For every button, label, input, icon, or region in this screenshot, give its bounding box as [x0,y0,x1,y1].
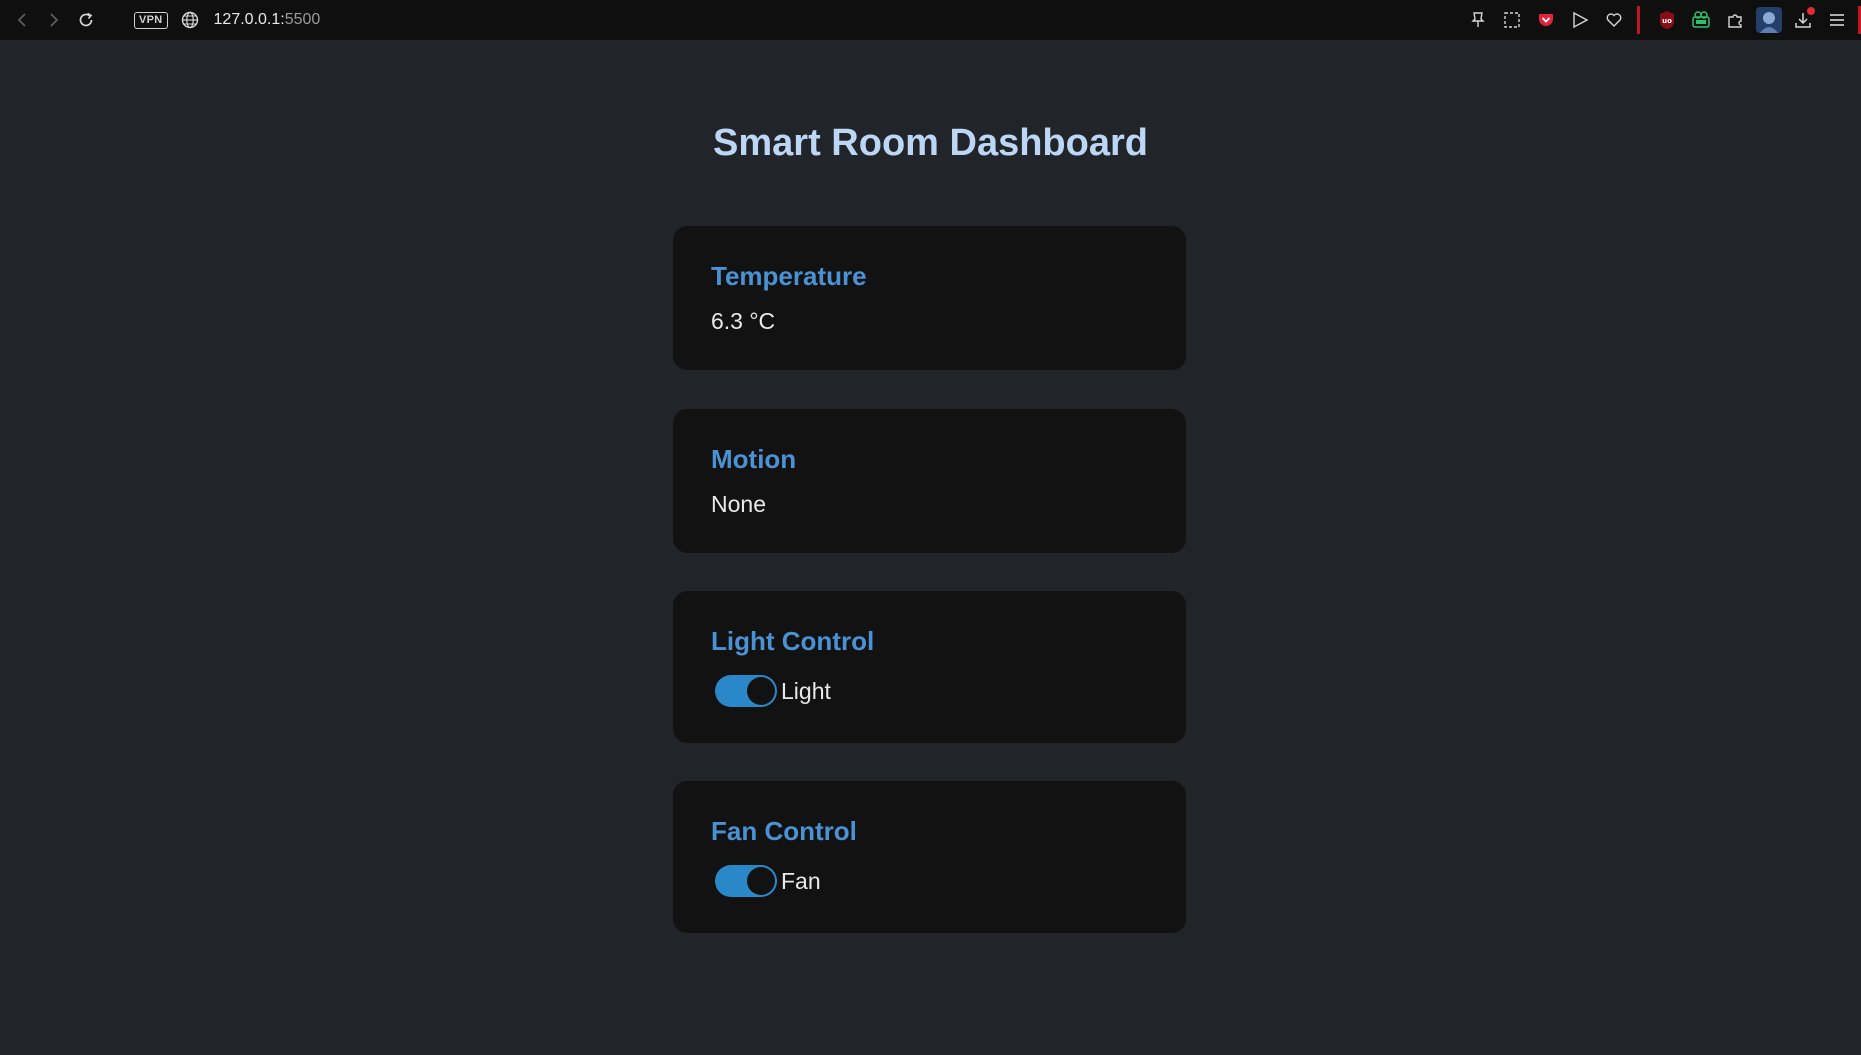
light-control-card: Light Control Light [673,591,1186,743]
motion-value: None [711,491,766,517]
fan-toggle-knob [747,867,775,895]
fan-toggle-label: Fan [781,867,821,894]
address-bar[interactable]: 127.0.0.1:5500 [214,11,321,29]
back-icon[interactable] [8,6,36,34]
globe-icon [180,10,200,30]
notification-dot [1807,7,1815,15]
nav-controls: VPN 127.0.0.1:5500 [0,0,320,40]
download-icon[interactable] [1790,7,1816,33]
vpn-badge[interactable]: VPN [134,11,168,29]
temperature-card: Temperature 6.3 °C [673,226,1186,370]
ublock-icon[interactable]: uo [1654,7,1680,33]
pin-icon[interactable] [1465,7,1491,33]
svg-text:uo: uo [1662,17,1672,25]
light-toggle-label: Light [781,677,831,704]
light-toggle-knob [747,677,775,705]
light-control-title: Light Control [711,626,875,656]
send-icon[interactable] [1567,7,1593,33]
fan-toggle-row: Fan [715,865,821,897]
toolbar-separator [1637,6,1640,34]
motion-card: Motion None [673,409,1186,553]
fan-control-title: Fan Control [711,816,857,846]
menu-icon[interactable] [1824,7,1850,33]
dashboard-page: Smart Room Dashboard Temperature 6.3 °C … [0,40,1861,1055]
avatar[interactable] [1756,7,1782,33]
motion-title: Motion [711,444,797,474]
puzzle-icon[interactable] [1722,7,1748,33]
browser-toolbar: VPN 127.0.0.1:5500 uo [0,0,1861,40]
url-host: 127.0.0.1: [213,11,285,28]
forward-icon[interactable] [40,6,68,34]
fan-control-card: Fan Control Fan [673,781,1186,933]
heart-icon[interactable] [1601,7,1627,33]
extension-icon[interactable] [1688,7,1714,33]
fan-toggle[interactable] [715,865,777,897]
page-title: Smart Room Dashboard [713,122,1148,164]
reload-icon[interactable] [72,6,100,34]
temperature-value: 6.3 °C [711,308,776,334]
toolbar-icons: uo [1461,0,1861,40]
temperature-title: Temperature [711,261,867,291]
light-toggle-row: Light [715,675,831,707]
pocket-icon[interactable] [1533,7,1559,33]
screenshot-icon[interactable] [1499,7,1525,33]
light-toggle[interactable] [715,675,777,707]
url-port: 5500 [284,11,321,28]
